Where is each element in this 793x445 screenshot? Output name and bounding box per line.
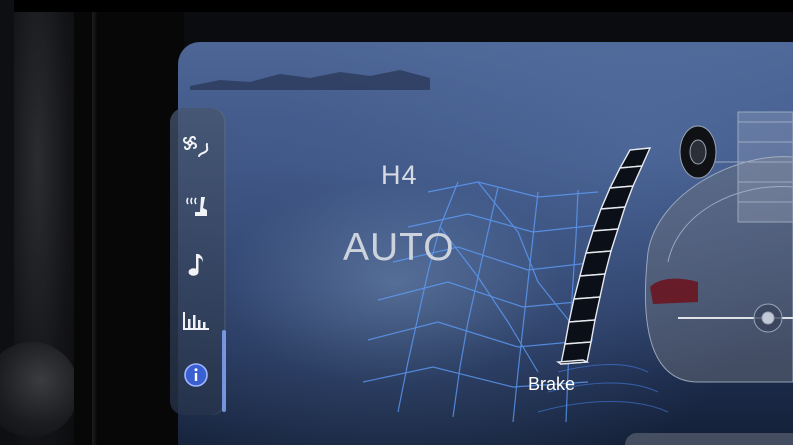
- bottom-tab: [625, 433, 793, 445]
- dashboard-left-panel: [0, 12, 79, 445]
- brake-label: Brake: [528, 374, 576, 394]
- sidebar-item-climate[interactable]: [176, 130, 216, 164]
- sidebar-item-charts[interactable]: [176, 304, 216, 338]
- sidebar-item-info[interactable]: [176, 358, 216, 392]
- climate-fan-icon: [182, 135, 209, 157]
- drive-mode-h4-label: H4: [381, 160, 418, 190]
- info-icon: [184, 363, 208, 387]
- sidebar-item-seat-heater[interactable]: [176, 190, 216, 224]
- music-note-icon: [188, 254, 203, 276]
- sidebar-item-music[interactable]: [176, 248, 216, 282]
- terrain-mode-label: AUTO: [343, 226, 455, 269]
- bezel-top: [0, 0, 793, 12]
- sidebar-active-indicator: [222, 330, 226, 412]
- screen-frame: [74, 12, 184, 445]
- vehicle-chassis-illustration: [645, 111, 793, 383]
- screen-frame-edge: [92, 12, 98, 445]
- bar-chart-icon: [183, 312, 209, 330]
- seat-heater-icon: [186, 197, 207, 216]
- dashboard-knob: [0, 342, 79, 437]
